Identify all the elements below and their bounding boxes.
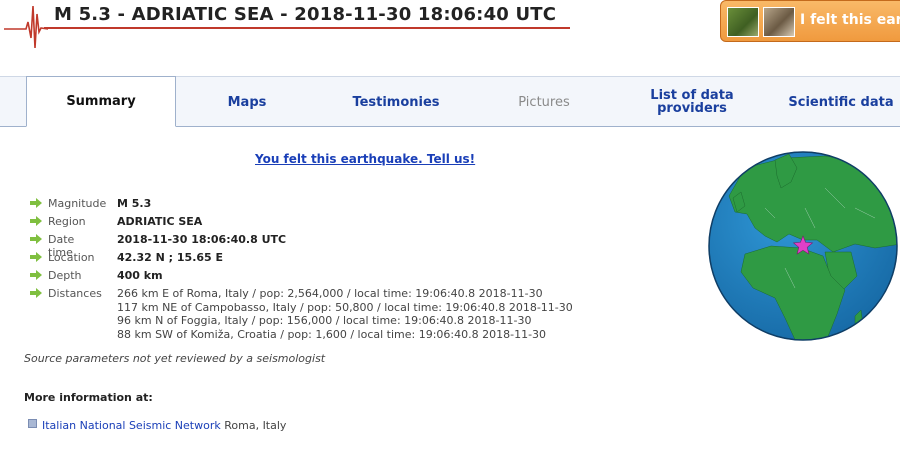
bullet-icon <box>28 419 37 428</box>
network-item: Italian National Seismic Network Roma, I… <box>28 419 286 432</box>
more-info-heading: More information at: <box>24 391 153 404</box>
distances-list: 266 km E of Roma, Italy / pop: 2,564,000… <box>117 287 573 341</box>
distances-label: Distances <box>48 287 102 300</box>
region-value: ADRIATIC SEA <box>117 215 203 228</box>
location-label: Location <box>48 251 95 264</box>
arrow-right-icon <box>30 234 42 244</box>
magnitude-value: M 5.3 <box>117 197 152 210</box>
region-label: Region <box>48 215 86 228</box>
network-place: Roma, Italy <box>224 419 287 432</box>
location-value: 42.32 N ; 15.65 E <box>117 251 224 264</box>
felt-earthquake-link[interactable]: You felt this earthquake. Tell us! <box>255 152 475 166</box>
tab-summary[interactable]: Summary <box>26 76 176 127</box>
tab-data-providers[interactable]: List of data providers <box>624 77 760 127</box>
network-link[interactable]: Italian National Seismic Network <box>42 419 221 432</box>
globe-map[interactable] <box>705 148 900 344</box>
felt-thumbnail-2 <box>763 7 795 37</box>
i-felt-this-button[interactable]: I felt this earth <box>720 0 900 42</box>
arrow-right-icon <box>30 288 42 298</box>
tab-scientific-data[interactable]: Scientific data <box>772 77 900 127</box>
depth-label: Depth <box>48 269 82 282</box>
source-note: Source parameters not yet reviewed by a … <box>24 352 326 365</box>
arrow-right-icon <box>30 270 42 280</box>
distance-item: 266 km E of Roma, Italy / pop: 2,564,000… <box>117 287 543 300</box>
depth-value: 400 km <box>117 269 163 282</box>
felt-thumbnail-1 <box>727 7 759 37</box>
page-header: M 5.3 - ADRIATIC SEA - 2018-11-30 18:06:… <box>0 0 900 70</box>
magnitude-label: Magnitude <box>48 197 107 210</box>
arrow-right-icon <box>30 198 42 208</box>
distance-item: 88 km SW of Komiža, Croatia / pop: 1,600… <box>117 327 547 341</box>
tab-bar: Summary Maps Testimonies Pictures List o… <box>0 76 900 127</box>
datetime-value: 2018-11-30 18:06:40.8 UTC <box>117 233 287 246</box>
arrow-right-icon <box>30 252 42 262</box>
tab-maps[interactable]: Maps <box>176 77 318 127</box>
arrow-right-icon <box>30 216 42 226</box>
distance-item: 117 km NE of Campobasso, Italy / pop: 50… <box>117 300 573 314</box>
seismogram-icon <box>4 5 48 49</box>
tab-pictures: Pictures <box>518 94 570 110</box>
distance-item: 96 km N of Foggia, Italy / pop: 156,000 … <box>117 314 532 327</box>
felt-button-label: I felt this earth <box>800 12 900 28</box>
tab-testimonies[interactable]: Testimonies <box>318 77 474 127</box>
title-underline <box>44 27 570 29</box>
page-title: M 5.3 - ADRIATIC SEA - 2018-11-30 18:06:… <box>54 4 557 25</box>
